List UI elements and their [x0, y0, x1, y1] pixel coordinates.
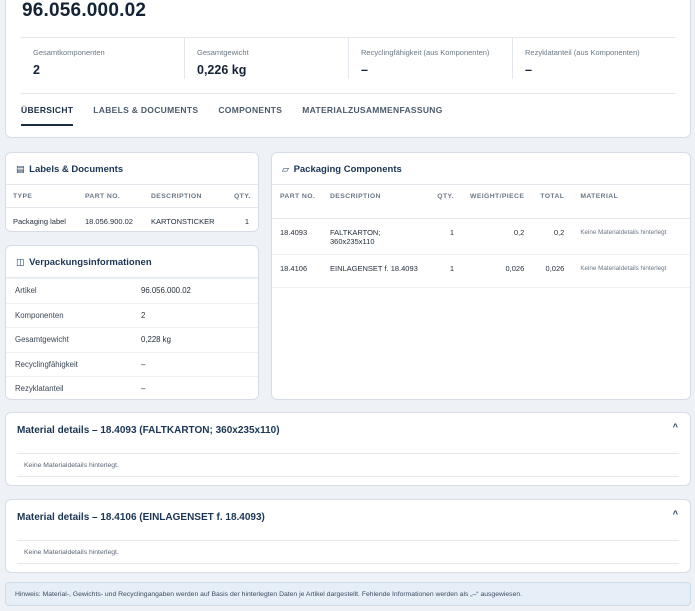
stat-recycled-content: Rezyklatanteil (aus Komponenten) – — [512, 38, 676, 79]
tab-bar: ÜBERSICHT LABELS & DOCUMENTS COMPONENTS … — [21, 93, 676, 126]
cell-material: Keine Materialdetails hinterlegt — [572, 218, 690, 255]
stat-label: Recyclingfähigkeit (aus Komponenten) — [361, 48, 490, 57]
cell-part-no: 18.4106 — [272, 254, 322, 288]
section-header: ▱ Packaging Components — [272, 153, 690, 185]
packaging-components-card: ▱ Packaging Components PART NO. DESCRIPT… — [271, 152, 691, 400]
info-value: 0,228 kg — [141, 335, 171, 345]
info-key: Recyclingfähigkeit — [15, 359, 78, 369]
tab-material-summary[interactable]: MATERIALZUSAMMENFASSUNG — [302, 94, 442, 126]
cell-description: KARTONSTICKER — [151, 216, 215, 226]
info-value: – — [141, 359, 146, 369]
cell-weight: 0,2 — [462, 218, 533, 255]
info-value: 96.056.000.02 — [141, 286, 191, 296]
cell-description: FALTKARTON; 360x235x110 — [322, 218, 422, 255]
section-title: Packaging Components — [293, 164, 402, 175]
stat-recyclability: Recyclingfähigkeit (aus Komponenten) – — [348, 38, 512, 79]
cell-total: 0,2 — [532, 218, 573, 255]
cell-qty: 1 — [422, 218, 462, 255]
accordion-title: Material details – 18.4106 (EINLAGENSET … — [17, 512, 265, 523]
stat-value: 2 — [33, 63, 40, 77]
material-details-accordion: Material details – 18.4106 (EINLAGENSET … — [5, 499, 691, 573]
section-header: ◫ Verpackungsinformationen — [6, 246, 258, 278]
stat-value: 0,226 kg — [197, 63, 247, 77]
stat-label: Gesamtgewicht — [197, 48, 249, 57]
column-header: DESCRIPTION — [322, 185, 422, 219]
page-title: 96.056.000.02 — [22, 0, 147, 21]
document-icon: ▤ — [16, 164, 25, 174]
info-row-article: Artikel 96.056.000.02 — [6, 278, 258, 303]
column-header: DESCRIPTION — [144, 185, 227, 208]
section-title: Verpackungsinformationen — [29, 257, 152, 268]
table-header-row: PART NO. DESCRIPTION QTY. WEIGHT/PIECE T… — [272, 185, 690, 219]
info-row-weight: Gesamtgewicht 0,228 kg — [6, 327, 258, 352]
stat-label: Rezyklatanteil (aus Komponenten) — [525, 48, 640, 57]
table-row[interactable]: 18.4093 FALTKARTON; 360x235x110 1 0,2 0,… — [272, 218, 690, 255]
info-value: – — [141, 384, 146, 394]
table-row[interactable]: Packaging label 18.056.900.02 KARTONSTIC… — [6, 207, 258, 231]
columns-icon: ◫ — [16, 257, 25, 267]
info-row-components: Komponenten 2 — [6, 302, 258, 328]
stat-total-weight: Gesamtgewicht 0,226 kg — [184, 38, 348, 79]
table-row[interactable]: 18.4106 EINLAGENSET f. 18.4093 1 0,026 0… — [272, 254, 690, 288]
column-header: QTY. — [227, 185, 258, 208]
column-header: MATERIAL — [572, 185, 690, 219]
tab-labels-documents[interactable]: LABELS & DOCUMENTS — [93, 94, 198, 126]
cell-qty: 1 — [244, 216, 249, 226]
table-header-row: TYPE PART NO. DESCRIPTION QTY. — [6, 185, 258, 208]
box-icon: ▱ — [282, 164, 289, 174]
cell-description: EINLAGENSET f. 18.4093 — [322, 254, 422, 288]
cell-part-no: 18.056.900.02 — [85, 216, 133, 226]
column-header: TYPE — [6, 185, 78, 208]
accordion-body: Keine Materialdetails hinterlegt. — [17, 540, 679, 564]
info-value: 2 — [141, 310, 146, 320]
info-row-recyclability: Recyclingfähigkeit – — [6, 351, 258, 377]
section-header: ▤ Labels & Documents — [6, 153, 258, 185]
info-key: Gesamtgewicht — [15, 335, 69, 345]
info-note: Hinweis: Material-, Gewichts- und Recycl… — [5, 582, 691, 606]
tab-overview[interactable]: ÜBERSICHT — [21, 94, 74, 126]
column-header: PART NO. — [78, 185, 144, 208]
stat-total-components: Gesamtkomponenten 2 — [21, 38, 184, 79]
accordion-header[interactable]: Material details – 18.4093 (FALTKARTON; … — [6, 413, 690, 453]
chevron-up-icon[interactable]: ^ — [673, 422, 678, 432]
accordion-body: Keine Materialdetails hinterlegt. — [17, 453, 679, 477]
cell-type: Packaging label — [13, 216, 66, 226]
column-header: WEIGHT/PIECE — [462, 185, 533, 219]
cell-material: Keine Materialdetails hinterlegt — [572, 254, 690, 288]
cell-part-no: 18.4093 — [272, 218, 322, 255]
stat-value: – — [525, 63, 532, 77]
labels-table: TYPE PART NO. DESCRIPTION QTY. Packaging… — [6, 185, 258, 231]
stats-row: Gesamtkomponenten 2 Gesamtgewicht 0,226 … — [21, 37, 676, 79]
section-title: Labels & Documents — [29, 164, 124, 175]
packaging-info-card: ◫ Verpackungsinformationen Artikel 96.05… — [5, 245, 259, 400]
column-header: QTY. — [422, 185, 462, 219]
tab-components[interactable]: COMPONENTS — [218, 94, 282, 126]
column-header: TOTAL — [532, 185, 573, 219]
labels-documents-card: ▤ Labels & Documents TYPE PART NO. DESCR… — [5, 152, 259, 232]
cell-weight: 0,026 — [462, 254, 533, 288]
info-key: Artikel — [15, 286, 37, 296]
stat-value: – — [361, 63, 368, 77]
components-table: PART NO. DESCRIPTION QTY. WEIGHT/PIECE T… — [272, 185, 690, 288]
info-key: Komponenten — [15, 310, 64, 320]
chevron-up-icon[interactable]: ^ — [673, 509, 678, 519]
cell-total: 0,026 — [532, 254, 573, 288]
info-row-recycled-content: Rezyklatanteil – — [6, 376, 258, 401]
accordion-title: Material details – 18.4093 (FALTKARTON; … — [17, 425, 280, 436]
stat-label: Gesamtkomponenten — [33, 48, 105, 57]
material-details-accordion: Material details – 18.4093 (FALTKARTON; … — [5, 412, 691, 486]
accordion-header[interactable]: Material details – 18.4106 (EINLAGENSET … — [6, 500, 690, 540]
info-key: Rezyklatanteil — [15, 384, 64, 394]
cell-qty: 1 — [422, 254, 462, 288]
article-header-card: 96.056.000.02 Gesamtkomponenten 2 Gesamt… — [5, 0, 691, 138]
column-header: PART NO. — [272, 185, 322, 219]
